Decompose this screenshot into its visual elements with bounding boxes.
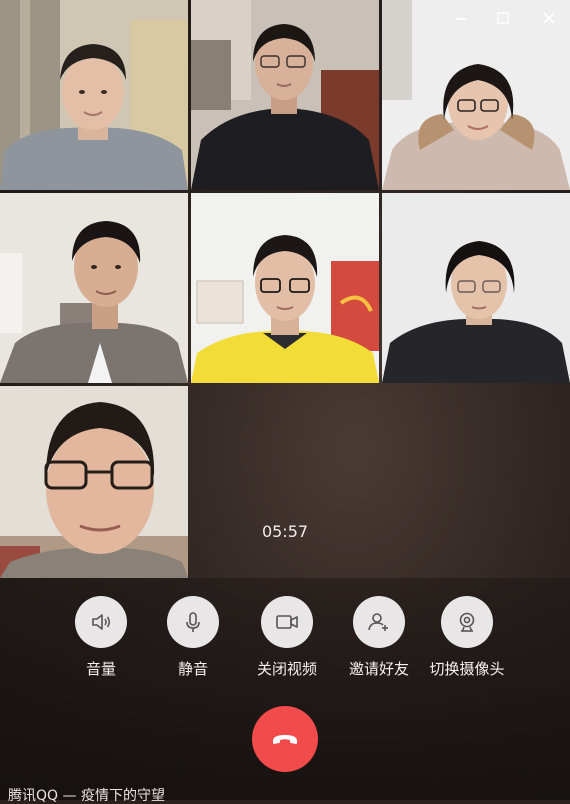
invite-friends-button[interactable]: 邀请好友 (334, 596, 424, 679)
call-control-bar: 音量 静音 关闭视频 邀请好友 切换摄像头 (0, 578, 570, 800)
mute-button-circle[interactable] (167, 596, 219, 648)
video-tile-participant-7[interactable] (0, 386, 188, 578)
call-timer: 05:57 (261, 522, 309, 541)
participant-video (191, 193, 379, 383)
participant-video (0, 0, 188, 190)
add-user-icon (368, 613, 388, 631)
invite-friends-label: 邀请好友 (348, 660, 409, 678)
mute-button[interactable]: 静音 (148, 596, 238, 679)
maximize-icon (497, 12, 509, 24)
video-tile-participant-5[interactable] (191, 193, 379, 383)
hang-up-button[interactable] (252, 706, 318, 772)
volume-button-circle[interactable] (75, 596, 127, 648)
video-tile-participant-6[interactable] (382, 193, 570, 383)
video-camera-icon (276, 615, 298, 629)
bottom-caption: 腾讯QQ — 疫情下的守望 (8, 788, 165, 804)
invite-friends-button-circle[interactable] (353, 596, 405, 648)
video-tile-participant-4[interactable] (0, 193, 188, 383)
switch-camera-button[interactable]: 切换摄像头 (422, 596, 512, 679)
mute-label: 静音 (177, 660, 208, 678)
webcam-icon (459, 612, 475, 632)
video-grid (0, 0, 570, 578)
switch-camera-label: 切换摄像头 (429, 660, 505, 678)
close-button[interactable] (536, 6, 562, 30)
volume-label: 音量 (85, 660, 116, 678)
video-call-window: 05:57 音量 静音 关闭视频 邀请好友 切换摄像头 腾讯QQ — 疫情下的守… (0, 0, 570, 804)
participant-video (0, 193, 188, 383)
maximize-button[interactable] (490, 6, 516, 30)
turn-off-video-button-circle[interactable] (261, 596, 313, 648)
microphone-icon (186, 612, 200, 632)
switch-camera-button-circle[interactable] (441, 596, 493, 648)
video-tile-participant-1[interactable] (0, 0, 188, 190)
participant-video (382, 193, 570, 383)
speaker-icon (92, 614, 111, 630)
participant-video (0, 386, 188, 578)
video-tile-participant-2[interactable] (191, 0, 379, 190)
minimize-button[interactable] (448, 6, 474, 30)
turn-off-video-button[interactable]: 关闭视频 (242, 596, 332, 679)
close-icon (543, 12, 555, 24)
participant-video (191, 0, 379, 190)
volume-button[interactable]: 音量 (56, 596, 146, 679)
hang-up-icon (273, 735, 297, 744)
turn-off-video-label: 关闭视频 (256, 660, 317, 678)
minimize-icon (456, 18, 466, 20)
